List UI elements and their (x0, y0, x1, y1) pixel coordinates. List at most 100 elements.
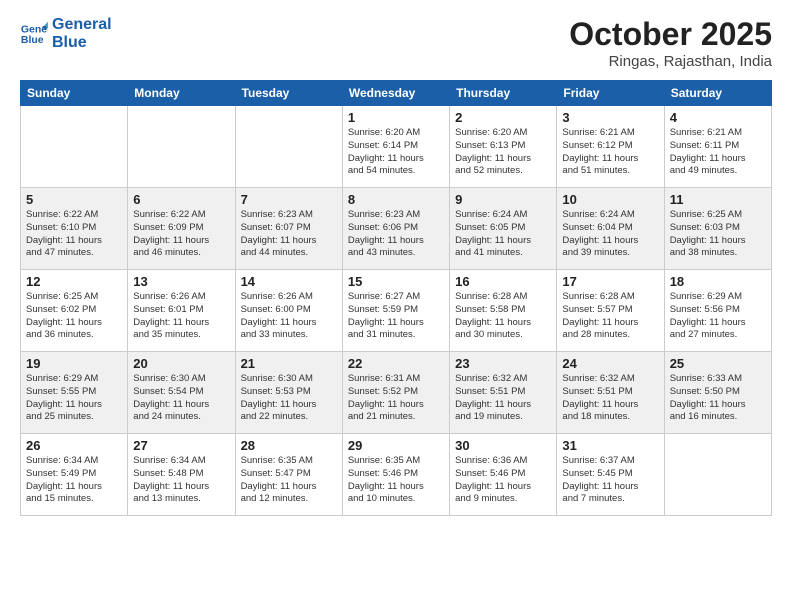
day-number: 18 (670, 274, 766, 289)
calendar-page: General Blue General Blue October 2025 R… (0, 0, 792, 612)
calendar-day-6: 6Sunrise: 6:22 AM Sunset: 6:09 PM Daylig… (128, 188, 235, 270)
col-header-saturday: Saturday (664, 81, 771, 106)
day-number: 29 (348, 438, 444, 453)
day-number: 15 (348, 274, 444, 289)
calendar-day-8: 8 Sunrise: 6:23 AM Sunset: 6:06 PM Daylig… (342, 188, 449, 270)
calendar-day-29: 29Sunrise: 6:35 AM Sunset: 5:46 PM Dayli… (342, 434, 449, 516)
col-header-wednesday: Wednesday (342, 81, 449, 106)
day-info: Sunrise: 6:29 AM Sunset: 5:56 PM Dayligh… (670, 291, 766, 342)
day-number: 20 (133, 356, 229, 371)
day-info: Sunrise: 6:29 AM Sunset: 5:55 PM Dayligh… (26, 373, 122, 424)
calendar-day-27: 27Sunrise: 6:34 AM Sunset: 5:48 PM Dayli… (128, 434, 235, 516)
calendar-day-4: 4Sunrise: 6:21 AM Sunset: 6:11 PM Daylig… (664, 106, 771, 188)
day-number: 30 (455, 438, 551, 453)
day-number: 19 (26, 356, 122, 371)
day-info: Sunrise: 6:30 AM Sunset: 5:54 PM Dayligh… (133, 373, 229, 424)
calendar-day-13: 13 Sunrise: 6:26 AM Sunset: 6:01 PM Dayli… (128, 270, 235, 352)
calendar-day-25: 25 Sunrise: 6:33 AM Sunset: 5:50 PM Dayli… (664, 352, 771, 434)
calendar-day-15: 15 Sunrise: 6:27 AM Sunset: 5:59 PM Dayli… (342, 270, 449, 352)
calendar-table: SundayMondayTuesdayWednesdayThursdayFrid… (20, 80, 772, 516)
day-number: 13 (133, 274, 229, 289)
day-number: 16 (455, 274, 551, 289)
logo-general: General (52, 16, 112, 34)
calendar-week-row: 1 Sunrise: 6:20 AM Sunset: 6:14 PM Daylig… (21, 106, 772, 188)
calendar-day-3: 3 Sunrise: 6:21 AM Sunset: 6:12 PM Daylig… (557, 106, 664, 188)
day-number: 28 (241, 438, 337, 453)
day-info: Sunrise: 6:23 AM Sunset: 6:06 PM Dayligh… (348, 209, 444, 260)
col-header-tuesday: Tuesday (235, 81, 342, 106)
day-info: Sunrise: 6:32 AM Sunset: 5:51 PM Dayligh… (562, 373, 658, 424)
day-info: Sunrise: 6:32 AM Sunset: 5:51 PM Dayligh… (455, 373, 551, 424)
day-info: Sunrise: 6:25 AM Sunset: 6:03 PM Dayligh… (670, 209, 766, 260)
day-info: Sunrise: 6:30 AM Sunset: 5:53 PM Dayligh… (241, 373, 337, 424)
calendar-week-row: 12Sunrise: 6:25 AM Sunset: 6:02 PM Dayli… (21, 270, 772, 352)
day-number: 2 (455, 110, 551, 125)
calendar-empty (235, 106, 342, 188)
calendar-day-21: 21 Sunrise: 6:30 AM Sunset: 5:53 PM Dayli… (235, 352, 342, 434)
calendar-week-row: 26 Sunrise: 6:34 AM Sunset: 5:49 PM Dayli… (21, 434, 772, 516)
calendar-day-11: 11 Sunrise: 6:25 AM Sunset: 6:03 PM Dayli… (664, 188, 771, 270)
day-info: Sunrise: 6:23 AM Sunset: 6:07 PM Dayligh… (241, 209, 337, 260)
calendar-day-26: 26 Sunrise: 6:34 AM Sunset: 5:49 PM Dayli… (21, 434, 128, 516)
day-number: 10 (562, 192, 658, 207)
logo: General Blue General Blue (20, 16, 112, 51)
day-info: Sunrise: 6:21 AM Sunset: 6:11 PM Dayligh… (670, 127, 766, 178)
day-info: Sunrise: 6:28 AM Sunset: 5:57 PM Dayligh… (562, 291, 658, 342)
day-info: Sunrise: 6:27 AM Sunset: 5:59 PM Dayligh… (348, 291, 444, 342)
day-number: 25 (670, 356, 766, 371)
day-info: Sunrise: 6:34 AM Sunset: 5:48 PM Dayligh… (133, 455, 229, 506)
day-number: 8 (348, 192, 444, 207)
calendar-day-10: 10Sunrise: 6:24 AM Sunset: 6:04 PM Dayli… (557, 188, 664, 270)
day-info: Sunrise: 6:34 AM Sunset: 5:49 PM Dayligh… (26, 455, 122, 506)
day-number: 1 (348, 110, 444, 125)
day-info: Sunrise: 6:36 AM Sunset: 5:46 PM Dayligh… (455, 455, 551, 506)
calendar-day-18: 18 Sunrise: 6:29 AM Sunset: 5:56 PM Dayli… (664, 270, 771, 352)
day-info: Sunrise: 6:22 AM Sunset: 6:09 PM Dayligh… (133, 209, 229, 260)
col-header-friday: Friday (557, 81, 664, 106)
day-info: Sunrise: 6:26 AM Sunset: 6:00 PM Dayligh… (241, 291, 337, 342)
location-subtitle: Ringas, Rajasthan, India (569, 53, 772, 70)
calendar-week-row: 19 Sunrise: 6:29 AM Sunset: 5:55 PM Dayli… (21, 352, 772, 434)
month-title: October 2025 (569, 16, 772, 53)
day-number: 26 (26, 438, 122, 453)
day-number: 7 (241, 192, 337, 207)
logo-icon: General Blue (20, 20, 48, 48)
calendar-empty (664, 434, 771, 516)
day-number: 17 (562, 274, 658, 289)
day-number: 14 (241, 274, 337, 289)
calendar-day-28: 28Sunrise: 6:35 AM Sunset: 5:47 PM Dayli… (235, 434, 342, 516)
calendar-day-20: 20 Sunrise: 6:30 AM Sunset: 5:54 PM Dayli… (128, 352, 235, 434)
calendar-day-1: 1 Sunrise: 6:20 AM Sunset: 6:14 PM Daylig… (342, 106, 449, 188)
calendar-week-row: 5Sunrise: 6:22 AM Sunset: 6:10 PM Daylig… (21, 188, 772, 270)
day-number: 24 (562, 356, 658, 371)
day-info: Sunrise: 6:20 AM Sunset: 6:14 PM Dayligh… (348, 127, 444, 178)
day-info: Sunrise: 6:28 AM Sunset: 5:58 PM Dayligh… (455, 291, 551, 342)
calendar-day-17: 17 Sunrise: 6:28 AM Sunset: 5:57 PM Dayli… (557, 270, 664, 352)
day-info: Sunrise: 6:33 AM Sunset: 5:50 PM Dayligh… (670, 373, 766, 424)
day-number: 9 (455, 192, 551, 207)
calendar-day-14: 14 Sunrise: 6:26 AM Sunset: 6:00 PM Dayli… (235, 270, 342, 352)
calendar-day-30: 30 Sunrise: 6:36 AM Sunset: 5:46 PM Dayli… (450, 434, 557, 516)
calendar-day-19: 19 Sunrise: 6:29 AM Sunset: 5:55 PM Dayli… (21, 352, 128, 434)
calendar-empty (128, 106, 235, 188)
day-info: Sunrise: 6:20 AM Sunset: 6:13 PM Dayligh… (455, 127, 551, 178)
calendar-day-24: 24 Sunrise: 6:32 AM Sunset: 5:51 PM Dayli… (557, 352, 664, 434)
day-info: Sunrise: 6:26 AM Sunset: 6:01 PM Dayligh… (133, 291, 229, 342)
day-number: 21 (241, 356, 337, 371)
col-header-thursday: Thursday (450, 81, 557, 106)
day-info: Sunrise: 6:21 AM Sunset: 6:12 PM Dayligh… (562, 127, 658, 178)
day-number: 5 (26, 192, 122, 207)
day-number: 22 (348, 356, 444, 371)
day-info: Sunrise: 6:24 AM Sunset: 6:05 PM Dayligh… (455, 209, 551, 260)
calendar-day-22: 22 Sunrise: 6:31 AM Sunset: 5:52 PM Dayli… (342, 352, 449, 434)
day-number: 11 (670, 192, 766, 207)
day-info: Sunrise: 6:37 AM Sunset: 5:45 PM Dayligh… (562, 455, 658, 506)
day-info: Sunrise: 6:31 AM Sunset: 5:52 PM Dayligh… (348, 373, 444, 424)
calendar-day-2: 2 Sunrise: 6:20 AM Sunset: 6:13 PM Daylig… (450, 106, 557, 188)
calendar-day-31: 31Sunrise: 6:37 AM Sunset: 5:45 PM Dayli… (557, 434, 664, 516)
calendar-day-9: 9 Sunrise: 6:24 AM Sunset: 6:05 PM Daylig… (450, 188, 557, 270)
header: General Blue General Blue October 2025 R… (20, 16, 772, 70)
day-number: 23 (455, 356, 551, 371)
day-info: Sunrise: 6:25 AM Sunset: 6:02 PM Dayligh… (26, 291, 122, 342)
day-number: 3 (562, 110, 658, 125)
